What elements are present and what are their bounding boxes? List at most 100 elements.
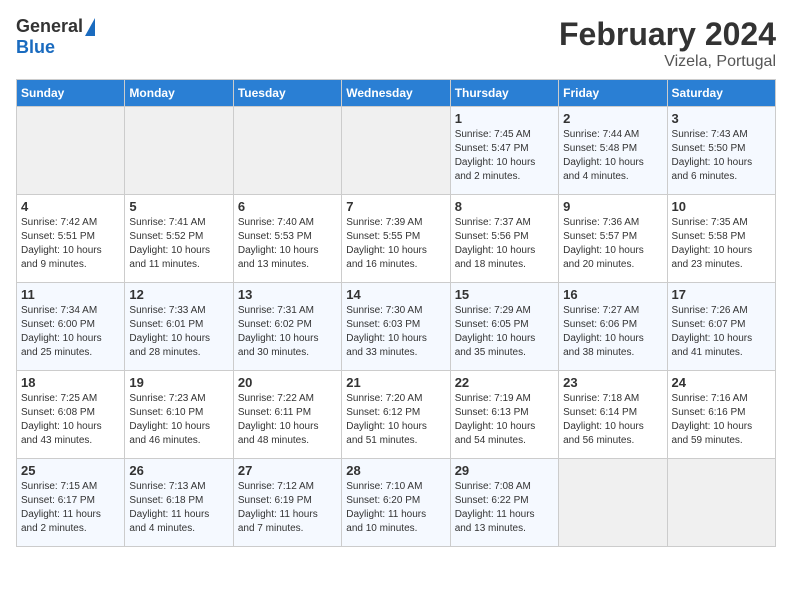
page-header: General Blue February 2024 Vizela, Portu… [16,16,776,71]
day-number: 23 [563,375,662,390]
day-number: 4 [21,199,120,214]
col-header-saturday: Saturday [667,80,775,107]
day-number: 1 [455,111,554,126]
day-number: 27 [238,463,337,478]
week-row-5: 25 Sunrise: 7:15 AM Sunset: 6:17 PM Dayli… [17,459,776,547]
day-cell: 24 Sunrise: 7:16 AM Sunset: 6:16 PM Dayli… [667,371,775,459]
day-info: Sunrise: 7:42 AM Sunset: 5:51 PM Dayligh… [21,216,120,272]
calendar-subtitle: Vizela, Portugal [559,53,776,71]
col-header-friday: Friday [559,80,667,107]
day-cell: 3 Sunrise: 7:43 AM Sunset: 5:50 PM Daylig… [667,107,775,195]
day-cell: 7 Sunrise: 7:39 AM Sunset: 5:55 PM Daylig… [342,195,450,283]
day-number: 28 [346,463,445,478]
day-info: Sunrise: 7:36 AM Sunset: 5:57 PM Dayligh… [563,216,662,272]
day-info: Sunrise: 7:33 AM Sunset: 6:01 PM Dayligh… [129,304,228,360]
day-cell: 13 Sunrise: 7:31 AM Sunset: 6:02 PM Dayli… [233,283,341,371]
day-info: Sunrise: 7:41 AM Sunset: 5:52 PM Dayligh… [129,216,228,272]
day-info: Sunrise: 7:31 AM Sunset: 6:02 PM Dayligh… [238,304,337,360]
day-info: Sunrise: 7:27 AM Sunset: 6:06 PM Dayligh… [563,304,662,360]
day-cell: 20 Sunrise: 7:22 AM Sunset: 6:11 PM Dayli… [233,371,341,459]
day-info: Sunrise: 7:45 AM Sunset: 5:47 PM Dayligh… [455,128,554,184]
day-number: 7 [346,199,445,214]
day-number: 12 [129,287,228,302]
day-number: 14 [346,287,445,302]
day-cell: 26Sunrise: 7:13 AM Sunset: 6:18 PM Dayli… [125,459,233,547]
col-header-monday: Monday [125,80,233,107]
day-info: Sunrise: 7:43 AM Sunset: 5:50 PM Dayligh… [672,128,771,184]
day-cell: 25 Sunrise: 7:15 AM Sunset: 6:17 PM Dayli… [17,459,125,547]
calendar-table: SundayMondayTuesdayWednesdayThursdayFrid… [16,79,776,547]
day-cell: 22 Sunrise: 7:19 AM Sunset: 6:13 PM Dayli… [450,371,558,459]
day-number: 3 [672,111,771,126]
day-number: 2 [563,111,662,126]
day-info: Sunrise: 7:44 AM Sunset: 5:48 PM Dayligh… [563,128,662,184]
day-number: 21 [346,375,445,390]
day-number: 8 [455,199,554,214]
day-number: 20 [238,375,337,390]
day-cell: 27Sunrise: 7:12 AM Sunset: 6:19 PM Dayli… [233,459,341,547]
day-cell [342,107,450,195]
day-number: 22 [455,375,554,390]
day-info: Sunrise: 7:20 AM Sunset: 6:12 PM Dayligh… [346,392,445,448]
day-cell [233,107,341,195]
day-number: 11 [21,287,120,302]
title-block: February 2024 Vizela, Portugal [559,16,776,71]
day-number: 15 [455,287,554,302]
day-number: 18 [21,375,120,390]
day-info: Sunrise: 7:29 AM Sunset: 6:05 PM Dayligh… [455,304,554,360]
day-cell: 23Sunrise: 7:18 AM Sunset: 6:14 PM Dayli… [559,371,667,459]
day-cell: 12 Sunrise: 7:33 AM Sunset: 6:01 PM Dayli… [125,283,233,371]
day-cell: 14 Sunrise: 7:30 AM Sunset: 6:03 PM Dayli… [342,283,450,371]
day-number: 26 [129,463,228,478]
col-header-tuesday: Tuesday [233,80,341,107]
day-info: Sunrise: 7:30 AM Sunset: 6:03 PM Dayligh… [346,304,445,360]
logo-blue: Blue [16,37,55,58]
day-cell: 18 Sunrise: 7:25 AM Sunset: 6:08 PM Dayli… [17,371,125,459]
day-cell: 9Sunrise: 7:36 AM Sunset: 5:57 PM Daylig… [559,195,667,283]
day-info: Sunrise: 7:37 AM Sunset: 5:56 PM Dayligh… [455,216,554,272]
day-cell: 5 Sunrise: 7:41 AM Sunset: 5:52 PM Daylig… [125,195,233,283]
day-info: Sunrise: 7:19 AM Sunset: 6:13 PM Dayligh… [455,392,554,448]
week-row-3: 11 Sunrise: 7:34 AM Sunset: 6:00 PM Dayli… [17,283,776,371]
day-info: Sunrise: 7:39 AM Sunset: 5:55 PM Dayligh… [346,216,445,272]
day-info: Sunrise: 7:26 AM Sunset: 6:07 PM Dayligh… [672,304,771,360]
day-cell: 19Sunrise: 7:23 AM Sunset: 6:10 PM Dayli… [125,371,233,459]
calendar-header-row: SundayMondayTuesdayWednesdayThursdayFrid… [17,80,776,107]
day-info: Sunrise: 7:16 AM Sunset: 6:16 PM Dayligh… [672,392,771,448]
col-header-thursday: Thursday [450,80,558,107]
week-row-2: 4 Sunrise: 7:42 AM Sunset: 5:51 PM Daylig… [17,195,776,283]
day-number: 24 [672,375,771,390]
day-cell: 16 Sunrise: 7:27 AM Sunset: 6:06 PM Dayli… [559,283,667,371]
day-cell: 17Sunrise: 7:26 AM Sunset: 6:07 PM Dayli… [667,283,775,371]
calendar-title: February 2024 [559,16,776,53]
day-info: Sunrise: 7:35 AM Sunset: 5:58 PM Dayligh… [672,216,771,272]
day-info: Sunrise: 7:10 AM Sunset: 6:20 PM Dayligh… [346,480,445,536]
logo-general: General [16,16,83,37]
day-number: 16 [563,287,662,302]
day-cell: 21 Sunrise: 7:20 AM Sunset: 6:12 PM Dayli… [342,371,450,459]
day-info: Sunrise: 7:22 AM Sunset: 6:11 PM Dayligh… [238,392,337,448]
week-row-1: 1 Sunrise: 7:45 AM Sunset: 5:47 PM Daylig… [17,107,776,195]
day-info: Sunrise: 7:23 AM Sunset: 6:10 PM Dayligh… [129,392,228,448]
day-number: 25 [21,463,120,478]
day-cell: 4 Sunrise: 7:42 AM Sunset: 5:51 PM Daylig… [17,195,125,283]
day-info: Sunrise: 7:15 AM Sunset: 6:17 PM Dayligh… [21,480,120,536]
day-cell [667,459,775,547]
day-number: 6 [238,199,337,214]
day-info: Sunrise: 7:40 AM Sunset: 5:53 PM Dayligh… [238,216,337,272]
day-number: 13 [238,287,337,302]
day-number: 5 [129,199,228,214]
day-info: Sunrise: 7:08 AM Sunset: 6:22 PM Dayligh… [455,480,554,536]
day-cell [559,459,667,547]
day-cell: 15 Sunrise: 7:29 AM Sunset: 6:05 PM Dayli… [450,283,558,371]
col-header-wednesday: Wednesday [342,80,450,107]
day-info: Sunrise: 7:34 AM Sunset: 6:00 PM Dayligh… [21,304,120,360]
day-cell: 29 Sunrise: 7:08 AM Sunset: 6:22 PM Dayli… [450,459,558,547]
day-info: Sunrise: 7:25 AM Sunset: 6:08 PM Dayligh… [21,392,120,448]
logo-triangle-icon [85,18,95,36]
day-cell [125,107,233,195]
day-cell [17,107,125,195]
day-number: 29 [455,463,554,478]
logo: General Blue [16,16,95,58]
day-cell: 8 Sunrise: 7:37 AM Sunset: 5:56 PM Daylig… [450,195,558,283]
